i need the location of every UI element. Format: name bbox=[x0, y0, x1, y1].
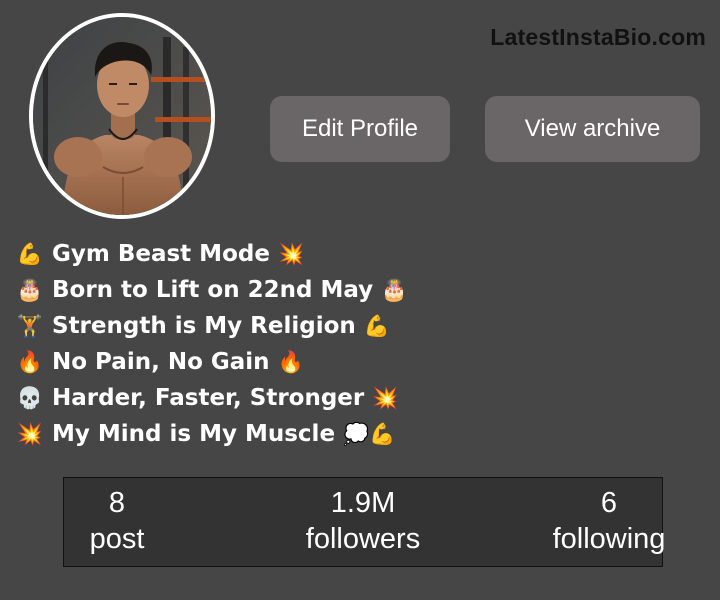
avatar[interactable] bbox=[29, 13, 215, 219]
thought-bubble-biceps-icon: 💭💪 bbox=[343, 422, 396, 446]
bio-line: 💀 Harder, Faster, Stronger 💥 bbox=[16, 380, 407, 416]
profile-stats: 8 post 1.9M followers 6 following bbox=[63, 477, 665, 567]
birthday-cake-icon: 🎂 bbox=[16, 278, 44, 302]
bio-line: 🎂 Born to Lift on 22nd May 🎂 bbox=[16, 272, 407, 308]
bio-text: No Pain, No Gain bbox=[52, 349, 270, 375]
bio-text: Harder, Faster, Stronger bbox=[52, 385, 365, 411]
collision-icon: 💥 bbox=[277, 242, 305, 266]
skull-icon: 💀 bbox=[16, 386, 44, 410]
stat-posts[interactable]: 8 post bbox=[0, 478, 240, 566]
flexed-biceps-icon: 💪 bbox=[16, 242, 44, 266]
stat-following[interactable]: 6 following bbox=[486, 478, 720, 566]
fire-icon: 🔥 bbox=[16, 350, 44, 374]
bio-line: 🔥 No Pain, No Gain 🔥 bbox=[16, 344, 407, 380]
flexed-biceps-icon: 💪 bbox=[363, 314, 390, 338]
stat-value: 6 bbox=[600, 487, 618, 519]
bio-line: 💪 Gym Beast Mode 💥 bbox=[16, 236, 407, 272]
weightlifter-icon: 🏋️ bbox=[16, 314, 44, 338]
stat-label: post bbox=[89, 523, 145, 555]
bio-text: Strength is My Religion bbox=[52, 313, 356, 339]
avatar-photo bbox=[33, 17, 211, 215]
stat-label: followers bbox=[305, 523, 421, 555]
bio-text: My Mind is My Muscle bbox=[52, 421, 336, 447]
stat-followers[interactable]: 1.9M followers bbox=[240, 478, 486, 566]
bio-line: 💥 My Mind is My Muscle 💭💪 bbox=[16, 416, 407, 452]
stat-value: 1.9M bbox=[330, 487, 396, 519]
collision-icon: 💥 bbox=[16, 422, 44, 446]
bio-text: Gym Beast Mode bbox=[52, 241, 270, 267]
site-watermark: LatestInstaBio.com bbox=[490, 24, 706, 50]
stat-value: 8 bbox=[108, 487, 126, 519]
fire-icon: 🔥 bbox=[277, 350, 304, 374]
bio: 💪 Gym Beast Mode 💥 🎂 Born to Lift on 22n… bbox=[16, 236, 407, 452]
bio-line: 🏋️ Strength is My Religion 💪 bbox=[16, 308, 407, 344]
edit-profile-button[interactable]: Edit Profile bbox=[270, 96, 450, 162]
view-archive-button[interactable]: View archive bbox=[485, 96, 700, 162]
birthday-cake-icon: 🎂 bbox=[381, 278, 408, 302]
bio-text: Born to Lift on 22nd May bbox=[52, 277, 374, 303]
stat-label: following bbox=[552, 523, 666, 555]
collision-icon: 💥 bbox=[372, 386, 399, 410]
